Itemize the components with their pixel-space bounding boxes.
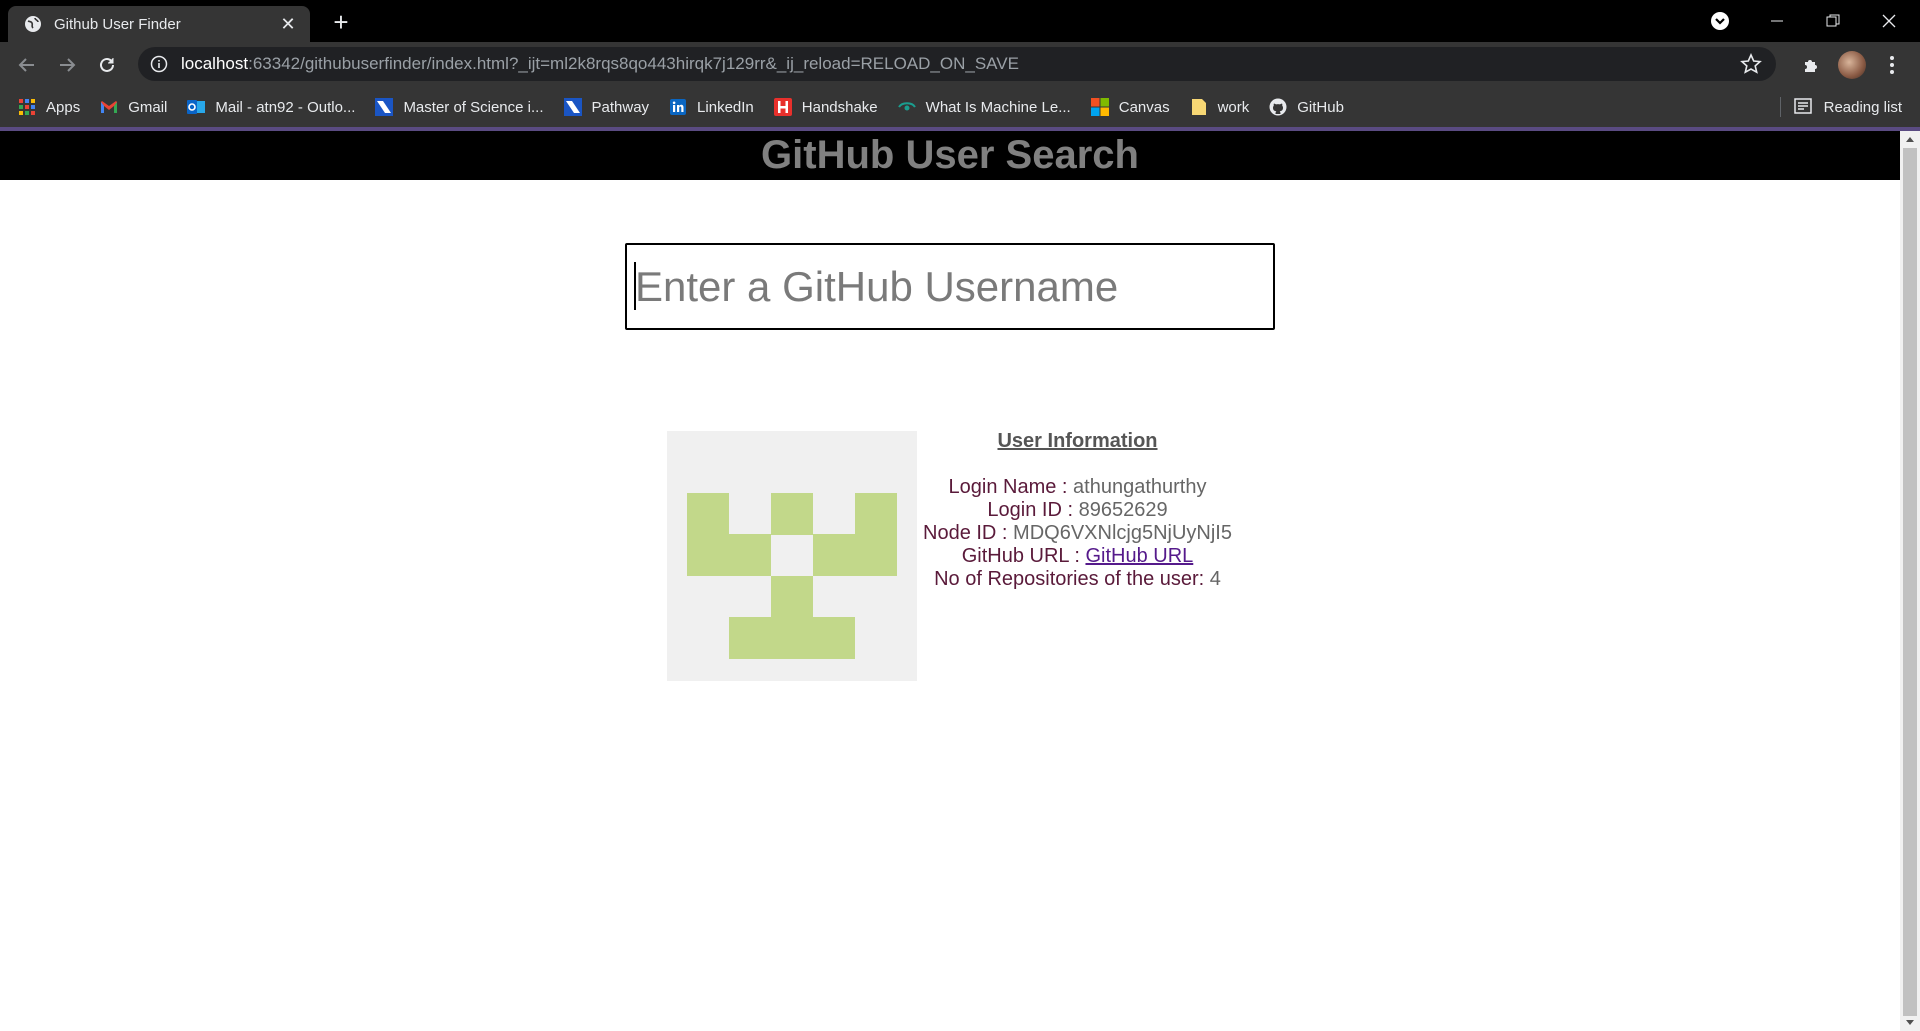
tab-title: Github User Finder [54,15,181,33]
reading-list-icon [1793,98,1812,116]
windows-icon [1090,98,1109,116]
close-tab-icon[interactable]: ✕ [278,14,298,35]
user-identicon-avatar [667,431,917,681]
text-caret [634,262,636,310]
bookmark-apps[interactable]: Apps [18,98,80,116]
page-viewport: GitHub User Search User Information Logi… [0,131,1900,1031]
folder-icon [1190,98,1208,116]
bookmark-master-of-science[interactable]: Master of Science i... [375,98,544,116]
repositories-row: No of Repositories of the user: 4 [920,568,1235,591]
bookmark-handshake[interactable]: Handshake [773,98,878,116]
github-url-row: GitHub URL : GitHub URL [920,545,1235,568]
bookmark-label: Handshake [801,98,878,116]
bookmark-star-icon[interactable] [1740,53,1762,75]
handshake-icon [773,98,792,116]
login-id-row: Login ID : 89652629 [920,499,1235,522]
identicon-image [687,493,897,659]
address-bar[interactable]: localhost:63342/githubuserfinder/index.h… [138,47,1776,81]
reload-icon[interactable] [92,50,122,80]
bookmark-label: Gmail [128,98,168,116]
bookmark-label: What Is Machine Le... [925,98,1071,116]
repositories-value: 4 [1209,568,1221,590]
user-info-heading: User Information [997,430,1158,452]
bookmark-label: Canvas [1118,98,1170,116]
node-id-label: Node ID : [923,522,1014,544]
node-id-row: Node ID : MDQ6VXNlcjg5NjUyNjI5 [920,522,1235,545]
new-tab-button[interactable]: + [326,8,356,38]
back-arrow-icon[interactable] [12,50,42,80]
login-name-row: Login Name : athungathurthy [920,476,1235,499]
login-name-label: Login Name : [948,476,1074,498]
apps-grid-icon [18,98,36,116]
bookmark-machine-learning[interactable]: What Is Machine Le... [897,98,1071,116]
eye-icon [897,98,916,116]
username-search-input[interactable] [625,243,1275,330]
bookmark-label: Mail - atn92 - Outlo... [215,98,356,116]
more-menu-icon[interactable] [1882,51,1902,79]
url-path: :63342/githubuserfinder/index.html?_ijt=… [248,54,1019,73]
bookmark-label: GitHub [1297,98,1344,116]
scroll-down-arrow-icon[interactable] [1900,1014,1920,1031]
github-icon [1269,98,1287,116]
tab-strip: Github User Finder ✕ + [0,0,1920,42]
browser-tab[interactable]: Github User Finder ✕ [8,6,310,42]
outlook-icon [187,98,206,116]
linkedin-icon [669,98,687,116]
page-scrollbar[interactable] [1900,131,1920,1031]
login-id-label: Login ID : [987,499,1079,521]
bookmark-linkedin[interactable]: LinkedIn [669,98,754,116]
bookmark-label: Master of Science i... [403,98,544,116]
node-id-value: MDQ6VXNlcjg5NjUyNjI5 [1013,522,1232,544]
minimize-icon[interactable] [1754,0,1800,42]
reading-list-label: Reading list [1823,98,1902,116]
bookmark-label: Apps [46,98,81,116]
reading-list-button[interactable]: Reading list [1793,87,1902,127]
profile-avatar[interactable] [1838,51,1866,79]
bookmarks-bar: Apps Gmail Mail - atn92 - Outlo... Maste… [0,87,1920,127]
page-title: GitHub User Search [761,133,1139,177]
bookmark-label: LinkedIn [697,98,754,116]
site-info-icon[interactable] [150,55,168,73]
bookmark-gmail[interactable]: Gmail [100,98,167,116]
globe-icon [24,15,42,33]
github-url-label: GitHub URL : [961,545,1086,567]
scroll-up-arrow-icon[interactable] [1900,131,1920,148]
url-host: localhost [181,54,249,73]
restore-icon[interactable] [1810,0,1856,42]
bookmarks-separator [1780,97,1781,117]
close-window-icon[interactable] [1866,0,1912,42]
forward-arrow-icon[interactable] [52,50,82,80]
repositories-label: No of Repositories of the user: [934,568,1210,590]
login-id-value: 89652629 [1078,499,1168,521]
bookmark-site-icon [563,98,582,116]
bookmark-site-icon [375,98,394,116]
tab-search-icon[interactable] [1710,11,1730,31]
bookmark-github[interactable]: GitHub [1269,98,1344,116]
page-header: GitHub User Search [0,131,1900,180]
bookmark-label: Pathway [591,98,650,116]
extensions-puzzle-icon[interactable] [1798,51,1826,79]
browser-toolbar: localhost:63342/githubuserfinder/index.h… [0,42,1920,87]
user-info-panel: User Information Login Name : athungathu… [920,430,1235,591]
bookmark-label: work [1217,98,1250,116]
github-url-link[interactable]: GitHub URL [1085,545,1193,567]
scrollbar-thumb[interactable] [1903,148,1917,1016]
bookmark-canvas[interactable]: Canvas [1090,98,1170,116]
bookmark-outlook[interactable]: Mail - atn92 - Outlo... [187,98,355,116]
login-name-value: athungathurthy [1073,476,1207,498]
bookmark-pathway[interactable]: Pathway [563,98,650,116]
gmail-icon [100,98,118,116]
bookmark-folder-work[interactable]: work [1190,98,1250,116]
